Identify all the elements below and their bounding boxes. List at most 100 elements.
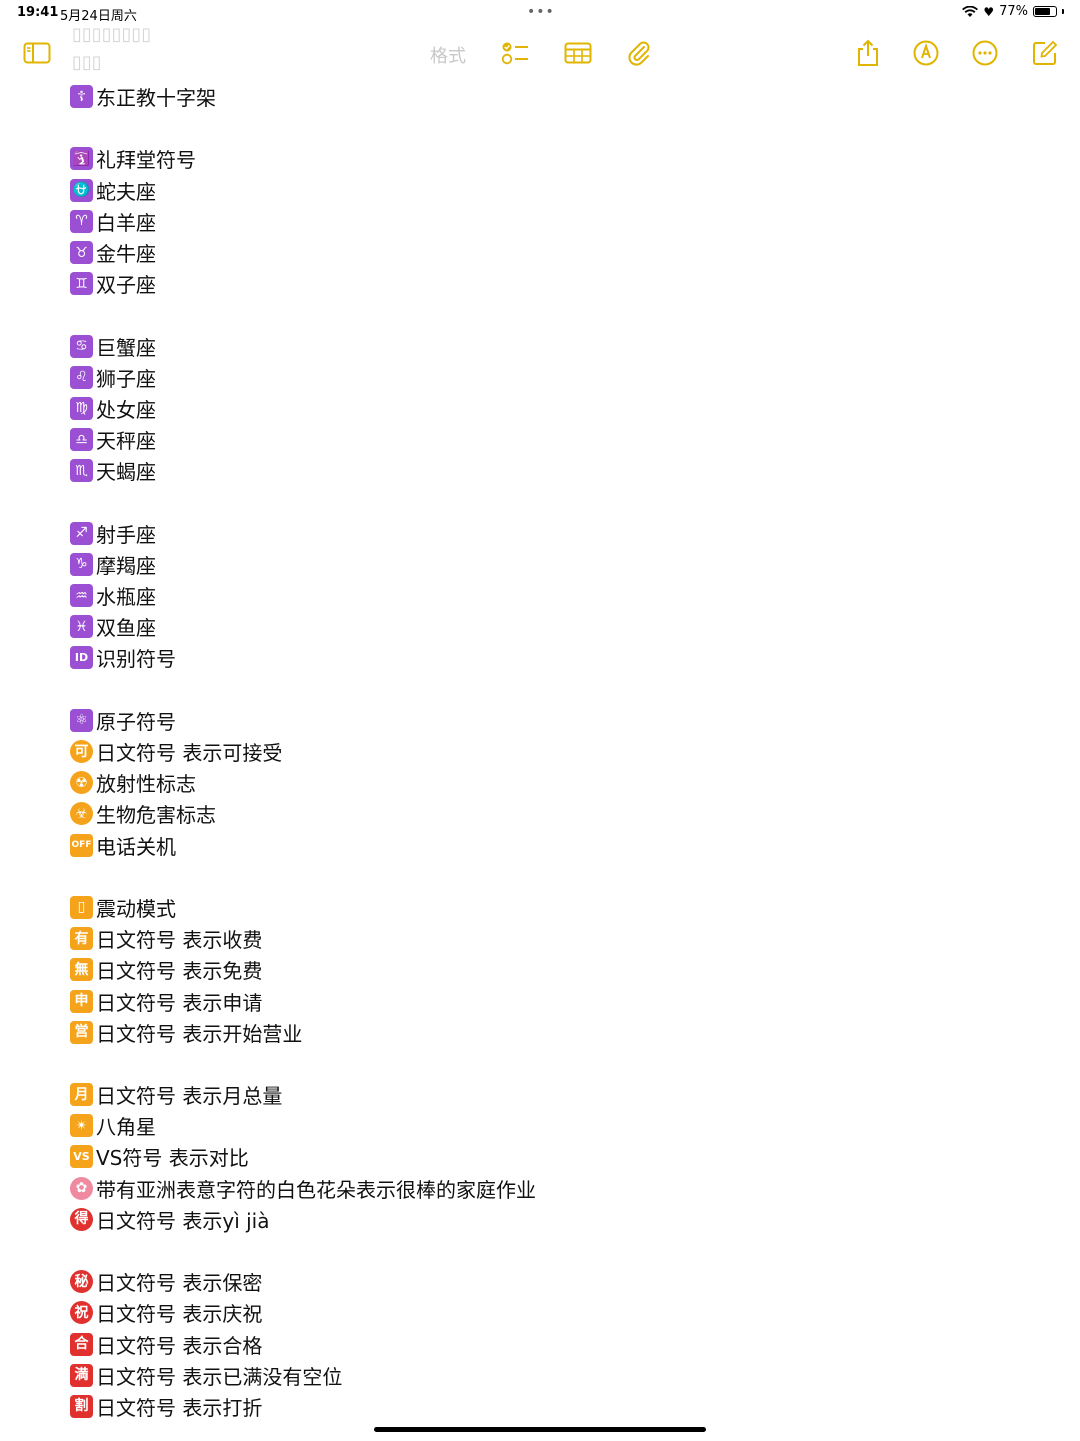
note-line: ♈ 白羊座 (70, 206, 1030, 237)
note-line-text: 双子座 (96, 273, 156, 298)
format-button[interactable]: 格式 (430, 42, 466, 68)
emoji-symbol-icon: ✴ (70, 1114, 93, 1138)
note-line: 祝日文符号 表示庆祝 (70, 1297, 1030, 1328)
note-line: 割日文符号 表示打折 (70, 1391, 1030, 1422)
note-line: ♒ 水瓶座 (70, 580, 1030, 611)
note-line: ♏ 天蝎座 (70, 455, 1030, 486)
note-line-text: VS符号 表示对比 (96, 1146, 249, 1171)
status-date: 5月24日周六 (60, 9, 137, 24)
note-line-text: 狮子座 (96, 366, 156, 391)
white-flower-icon: ✿ (70, 1176, 93, 1200)
note-line: ✴ 八角星 (70, 1110, 1030, 1141)
note-line: OFF 电话关机 (70, 830, 1030, 861)
table-icon (564, 42, 592, 64)
emoji-symbol-icon: 営 (70, 1020, 93, 1044)
note-line: ☣ 生物危害标志 (70, 798, 1030, 829)
battery-percent: 77% (999, 4, 1028, 19)
vibration-mode-icon: ▯ (70, 895, 93, 919)
note-line: ⚛ 原子符号 (70, 705, 1030, 736)
status-time: 19:41 (17, 5, 59, 20)
note-line: ☦ 东正教十字架 (70, 81, 1030, 112)
note-body[interactable]: ☦ 东正教十字架 🛐 礼拜堂符号 ⛎ 蛇夫座 ♈ 白羊座 ♉ 金牛座 ♊ 双子座 ♋ 巨蟹座 ♌ 狮子座 ♍ 处女… (70, 81, 1030, 1422)
note-line-text: 日文符号 表示打折 (96, 1395, 263, 1420)
checklist-button[interactable] (497, 35, 533, 71)
note-line: 秘日文符号 表示保密 (70, 1266, 1030, 1297)
note-line: 可日文符号 表示可接受 (70, 736, 1030, 767)
emoji-symbol-icon: ♓ (70, 615, 93, 639)
emoji-symbol-icon: 月 (70, 1083, 93, 1107)
note-line: 得日文符号 表示yì jià (70, 1204, 1030, 1235)
note-line-text: 日文符号 表示可接受 (96, 741, 283, 766)
emoji-symbol-icon: 満 (70, 1363, 93, 1387)
attachment-button[interactable] (621, 35, 657, 71)
note-line-text: 处女座 (96, 397, 156, 422)
note-line: ✿ 带有亚洲表意字符的白色花朵表示很棒的家庭作业 (70, 1173, 1030, 1204)
note-line: 営日文符号 表示开始营业 (70, 1017, 1030, 1048)
note-line: 月日文符号 表示月总量 (70, 1079, 1030, 1110)
note-line: 申日文符号 表示申请 (70, 985, 1030, 1016)
more-button[interactable] (967, 35, 1003, 71)
emoji-symbol-icon: ☢ (70, 771, 93, 795)
emoji-symbol-icon: VS (70, 1145, 93, 1169)
emoji-symbol-icon: ♒ (70, 584, 93, 608)
note-line-text: 金牛座 (96, 242, 156, 267)
note-line: 無日文符号 表示免费 (70, 954, 1030, 985)
note-line: ID 识别符号 (70, 642, 1030, 673)
notes-toolbar: 格式 (0, 30, 1080, 76)
emoji-symbol-icon: 合 (70, 1332, 93, 1356)
share-icon (858, 39, 878, 66)
emoji-symbol-icon: ♑ (70, 552, 93, 576)
note-line: ⛎ 蛇夫座 (70, 175, 1030, 206)
note-line-text: 白羊座 (96, 210, 156, 235)
note-line-text: 识别符号 (96, 647, 176, 672)
note-line: 🛐 礼拜堂符号 (70, 143, 1030, 174)
note-line-text: 日文符号 表示月总量 (96, 1084, 283, 1109)
emoji-symbol-icon: ♐ (70, 521, 93, 545)
multitasking-dots[interactable]: ••• (527, 4, 555, 20)
note-line: ☢ 放射性标志 (70, 767, 1030, 798)
note-line-text: 日文符号 表示保密 (96, 1271, 263, 1296)
note-line: ♎ 天秤座 (70, 424, 1030, 455)
emoji-symbol-icon: 祝 (70, 1301, 93, 1325)
note-line-text: 震动模式 (96, 896, 176, 921)
battery-icon (1033, 6, 1057, 17)
emoji-symbol-icon: ID (70, 646, 93, 670)
compose-button[interactable] (1027, 35, 1063, 71)
place-of-worship-icon: 🛐 (70, 147, 93, 171)
emoji-symbol-icon: ♊ (70, 272, 93, 296)
emoji-symbol-icon: ♏ (70, 459, 93, 483)
sidebar-toggle-button[interactable] (19, 35, 55, 71)
emoji-symbol-icon: 秘 (70, 1270, 93, 1294)
note-line-text: 日文符号 表示免费 (96, 959, 263, 984)
note-line-text: 天秤座 (96, 429, 156, 454)
table-button[interactable] (560, 35, 596, 71)
note-line-text: 日文符号 表示已满没有空位 (96, 1364, 343, 1389)
note-line-text: 八角星 (96, 1115, 156, 1140)
emoji-symbol-icon: 割 (70, 1394, 93, 1418)
emoji-symbol-icon: ♍ (70, 396, 93, 420)
markup-button[interactable] (908, 35, 944, 71)
note-line-text: 放射性标志 (96, 772, 196, 797)
emoji-symbol-icon: 有 (70, 927, 93, 951)
share-button[interactable] (850, 35, 886, 71)
note-line: VS VS符号 表示对比 (70, 1141, 1030, 1172)
note-line: ▯ 震动模式 (70, 892, 1030, 923)
wifi-icon (962, 5, 979, 17)
note-line-text: 射手座 (96, 522, 156, 547)
note-line-text: 日文符号 表示yì jià (96, 1208, 270, 1233)
home-indicator[interactable] (374, 1427, 706, 1432)
emoji-symbol-icon: ♎ (70, 428, 93, 452)
note-line: ♍ 处女座 (70, 393, 1030, 424)
note-line-text: 日文符号 表示庆祝 (96, 1302, 263, 1327)
note-line: ♉ 金牛座 (70, 237, 1030, 268)
note-line-text: 日文符号 表示收费 (96, 928, 263, 953)
note-line: 満日文符号 表示已满没有空位 (70, 1360, 1030, 1391)
note-line-text: 天蝎座 (96, 460, 156, 485)
note-line-text: 礼拜堂符号 (96, 148, 196, 173)
emoji-symbol-icon: ♈ (70, 209, 93, 233)
checklist-icon (501, 42, 528, 65)
